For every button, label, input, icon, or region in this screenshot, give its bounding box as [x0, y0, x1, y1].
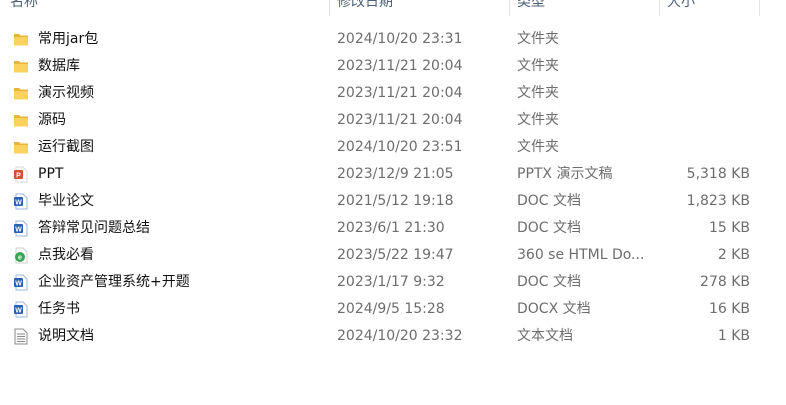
doc-file-icon: W	[13, 220, 29, 237]
folder-icon	[13, 31, 29, 48]
file-modified-date: 2023/11/21 20:04	[337, 85, 463, 101]
file-size: 278 KB	[700, 274, 750, 290]
column-header-type[interactable]: 类型	[513, 0, 657, 16]
file-modified-date: 2024/10/20 23:51	[337, 139, 463, 155]
file-type: 文件夹	[517, 112, 559, 128]
folder-icon	[13, 58, 29, 75]
svg-text:P: P	[16, 172, 21, 179]
svg-text:e: e	[18, 255, 22, 262]
svg-text:W: W	[15, 226, 22, 233]
file-modified-date: 2024/9/5 15:28	[337, 301, 445, 317]
file-size: 1,823 KB	[686, 193, 750, 209]
file-type: 文件夹	[517, 58, 559, 74]
file-type: DOCX 文档	[517, 301, 591, 317]
column-header-size[interactable]: 大小	[663, 0, 757, 16]
file-modified-date: 2023/5/22 19:47	[337, 247, 454, 263]
file-name: 运行截图	[38, 139, 94, 155]
doc-file-icon: W	[13, 193, 29, 210]
file-type: PPTX 演示文稿	[517, 166, 613, 182]
file-name: 企业资产管理系统+开题	[38, 274, 190, 290]
file-size: 2 KB	[717, 247, 750, 263]
column-divider[interactable]	[509, 0, 510, 16]
column-divider[interactable]	[659, 0, 660, 16]
file-type: 360 se HTML Do...	[517, 247, 645, 263]
html-file-icon: e	[13, 247, 29, 264]
file-modified-date: 2024/10/20 23:32	[337, 328, 463, 344]
file-name: 任务书	[38, 301, 80, 317]
folder-icon	[13, 139, 29, 156]
file-type: 文本文档	[517, 328, 573, 344]
file-row[interactable]: 常用jar包 2024/10/20 23:31 文件夹	[0, 26, 786, 53]
file-row[interactable]: 运行截图 2024/10/20 23:51 文件夹	[0, 134, 786, 161]
column-divider[interactable]	[329, 0, 330, 16]
file-size: 5,318 KB	[686, 166, 750, 182]
file-name: 毕业论文	[38, 193, 94, 209]
pptx-file-icon: P	[13, 166, 29, 183]
file-row[interactable]: 说明文档 2024/10/20 23:32 文本文档 1 KB	[0, 323, 786, 350]
svg-text:W: W	[15, 199, 22, 206]
file-type: 文件夹	[517, 139, 559, 155]
column-header-bar: 名称 修改日期 类型 大小	[0, 0, 786, 16]
file-modified-date: 2023/12/9 21:05	[337, 166, 454, 182]
file-name: 演示视频	[38, 85, 94, 101]
file-type: 文件夹	[517, 31, 559, 47]
column-header-name[interactable]: 名称	[6, 0, 330, 16]
file-modified-date: 2024/10/20 23:31	[337, 31, 463, 47]
file-name: 源码	[38, 112, 66, 128]
file-row[interactable]: 源码 2023/11/21 20:04 文件夹	[0, 107, 786, 134]
file-name: 常用jar包	[38, 31, 99, 47]
file-name: PPT	[38, 166, 64, 182]
file-row[interactable]: 数据库 2023/11/21 20:04 文件夹	[0, 53, 786, 80]
docx-file-icon: W	[13, 301, 29, 318]
file-row[interactable]: e 点我必看 2023/5/22 19:47 360 se HTML Do... 2 K…	[0, 242, 786, 269]
file-row[interactable]: W 企业资产管理系统+开题 2023/1/17 9:32 DOC 文档 278 KB	[0, 269, 786, 296]
file-row[interactable]: P PPT 2023/12/9 21:05 PPTX 演示文稿 5,318 KB	[0, 161, 786, 188]
file-size: 16 KB	[708, 301, 750, 317]
txt-file-icon	[13, 328, 29, 345]
file-size: 1 KB	[717, 328, 750, 344]
column-divider[interactable]	[759, 0, 760, 16]
file-row[interactable]: 演示视频 2023/11/21 20:04 文件夹	[0, 80, 786, 107]
file-modified-date: 2023/11/21 20:04	[337, 112, 463, 128]
file-modified-date: 2023/11/21 20:04	[337, 58, 463, 74]
file-name: 点我必看	[38, 247, 94, 263]
file-modified-date: 2021/5/12 19:18	[337, 193, 454, 209]
file-name: 说明文档	[38, 328, 94, 344]
file-row[interactable]: W 毕业论文 2021/5/12 19:18 DOC 文档 1,823 KB	[0, 188, 786, 215]
file-row[interactable]: W 任务书 2024/9/5 15:28 DOCX 文档 16 KB	[0, 296, 786, 323]
file-type: DOC 文档	[517, 193, 582, 209]
file-modified-date: 2023/6/1 21:30	[337, 220, 445, 236]
svg-text:W: W	[15, 307, 22, 314]
svg-text:W: W	[15, 280, 22, 287]
file-modified-date: 2023/1/17 9:32	[337, 274, 445, 290]
folder-icon	[13, 85, 29, 102]
file-type: DOC 文档	[517, 220, 582, 236]
file-size: 15 KB	[708, 220, 750, 236]
doc-file-icon: W	[13, 274, 29, 291]
file-row[interactable]: W 答辩常见问题总结 2023/6/1 21:30 DOC 文档 15 KB	[0, 215, 786, 242]
column-header-date[interactable]: 修改日期	[333, 0, 507, 16]
file-name: 数据库	[38, 58, 80, 74]
file-name: 答辩常见问题总结	[38, 220, 150, 236]
file-type: DOC 文档	[517, 274, 582, 290]
folder-icon	[13, 112, 29, 129]
file-type: 文件夹	[517, 85, 559, 101]
